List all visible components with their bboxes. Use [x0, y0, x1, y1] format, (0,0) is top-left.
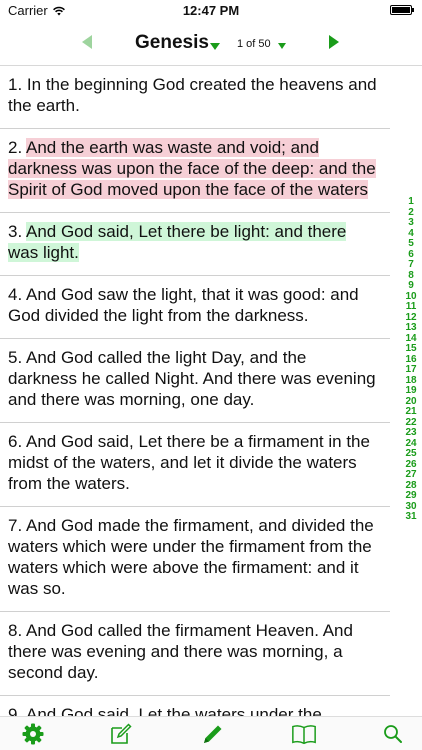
- verse-text: And God saw the light, that it was good:…: [8, 285, 359, 325]
- verse-index-item[interactable]: 17: [402, 364, 420, 376]
- status-bar: Carrier 12:47 PM: [0, 0, 422, 22]
- verse-text-highlighted: And God said, Let there be light: and th…: [8, 222, 347, 262]
- verse-index-item[interactable]: 23: [402, 427, 420, 439]
- verse-item[interactable]: 1. In the beginning God created the heav…: [0, 66, 390, 129]
- verse-index-item[interactable]: 13: [402, 322, 420, 334]
- verse-number: 2.: [8, 138, 23, 157]
- verse-item[interactable]: 3. And God said, Let there be light: and…: [0, 213, 390, 276]
- verse-number: 8.: [8, 621, 23, 640]
- verse-text: In the beginning God created the heavens…: [8, 75, 377, 115]
- verse-index-item[interactable]: 3: [402, 217, 420, 229]
- verse-item[interactable]: 2. And the earth was waste and void; and…: [0, 129, 390, 213]
- settings-tab[interactable]: [20, 721, 46, 747]
- verse-text: And God made the firmament, and divided …: [8, 516, 374, 598]
- verse-item[interactable]: 9. And God said, Let the waters under th…: [0, 696, 390, 716]
- verse-text-highlighted: And the earth was waste and void; and da…: [8, 138, 376, 199]
- verse-index-item[interactable]: 27: [402, 469, 420, 481]
- verse-index-item[interactable]: 7: [402, 259, 420, 271]
- verse-index-item[interactable]: 25: [402, 448, 420, 460]
- verse-number: 7.: [8, 516, 23, 535]
- previous-chapter-icon[interactable]: [82, 35, 92, 49]
- verse-text: And God called the light Day, and the da…: [8, 348, 376, 409]
- verse-index[interactable]: 1 2 3 4 5 6 7 8 9 10 11 12 13 14 15 16 1…: [402, 196, 420, 523]
- highlight-tab[interactable]: [200, 721, 226, 747]
- verse-index-item[interactable]: 11: [402, 301, 420, 313]
- next-chapter-icon[interactable]: [329, 35, 339, 49]
- verse-index-item[interactable]: 31: [402, 511, 420, 523]
- verse-number: 1.: [8, 75, 23, 94]
- verse-item[interactable]: 4. And God saw the light, that it was go…: [0, 276, 390, 339]
- verse-number: 5.: [8, 348, 23, 367]
- tab-bar: [0, 716, 422, 750]
- verse-item[interactable]: 6. And God said, Let there be a firmamen…: [0, 423, 390, 507]
- search-icon: [384, 725, 402, 743]
- status-time: 12:47 PM: [182, 3, 240, 18]
- verse-index-item[interactable]: 19: [402, 385, 420, 397]
- verse-index-item[interactable]: 29: [402, 490, 420, 502]
- pencil-icon: [204, 725, 222, 743]
- verse-list[interactable]: 1. In the beginning God created the heav…: [0, 66, 400, 716]
- verse-text: And God said, Let the waters under the: [25, 705, 322, 716]
- chapter-indicator[interactable]: 1 of 50: [237, 38, 271, 50]
- book-dropdown-icon[interactable]: [210, 43, 220, 50]
- gear-icon: [22, 723, 44, 745]
- verse-item[interactable]: 8. And God called the firmament Heaven. …: [0, 612, 390, 696]
- chapter-dropdown-icon[interactable]: [278, 43, 286, 49]
- verse-index-item[interactable]: 1: [402, 196, 420, 208]
- verse-number: 4.: [8, 285, 23, 304]
- battery-icon: [390, 5, 414, 15]
- book-title[interactable]: Genesis: [135, 32, 209, 54]
- search-tab[interactable]: [380, 721, 406, 747]
- verse-index-item[interactable]: 21: [402, 406, 420, 418]
- verse-number: 3.: [8, 222, 23, 241]
- verse-index-item[interactable]: 9: [402, 280, 420, 292]
- verse-index-item[interactable]: 5: [402, 238, 420, 250]
- verse-number: 9.: [8, 705, 23, 716]
- verse-item[interactable]: 7. And God made the firmament, and divid…: [0, 507, 390, 612]
- book-icon: [292, 725, 316, 745]
- verse-index-item[interactable]: 15: [402, 343, 420, 355]
- bookmarks-tab[interactable]: [291, 721, 317, 747]
- nav-bar: Genesis 1 of 50: [0, 22, 422, 66]
- verse-text: And God said, Let there be a firmament i…: [8, 432, 370, 493]
- verse-item[interactable]: 5. And God called the light Day, and the…: [0, 339, 390, 423]
- notes-tab[interactable]: [108, 721, 134, 747]
- compose-icon: [111, 723, 132, 744]
- verse-number: 6.: [8, 432, 23, 451]
- verse-text: And God called the firmament Heaven. And…: [8, 621, 353, 682]
